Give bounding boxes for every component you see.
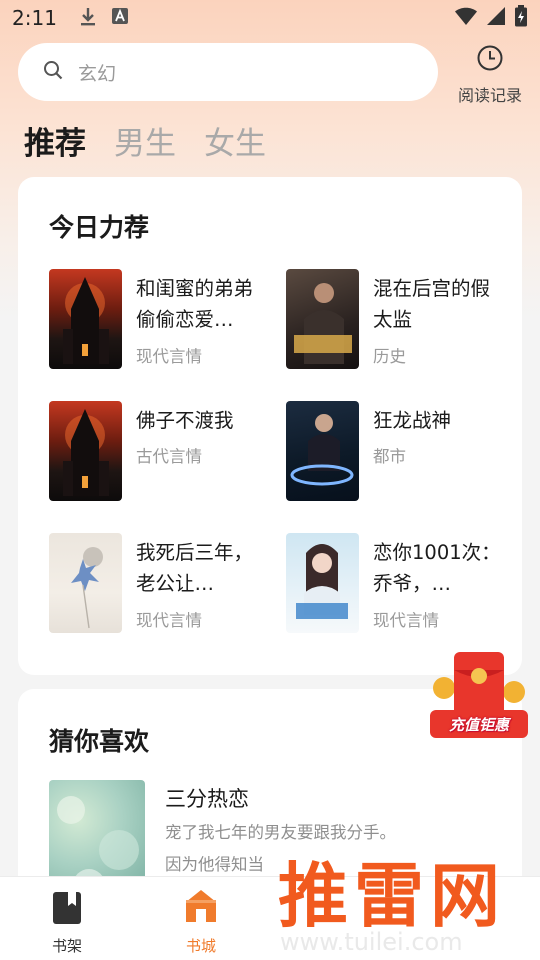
book-cover: [49, 401, 122, 501]
book-item[interactable]: 和闺蜜的弟弟偷偷恋爱… 现代言情: [49, 269, 279, 373]
today-picks-title: 今日力荐: [49, 213, 150, 242]
book-title: 佛子不渡我: [136, 409, 234, 432]
book-cover: [286, 269, 359, 369]
book-genre: 现代言情: [136, 347, 202, 366]
today-picks-card: 今日力荐 和闺蜜的弟弟偷偷恋爱… 现代言情 混在后宫的假太监 历史 佛子不渡我 …: [18, 177, 522, 675]
reading-history-button[interactable]: 阅读记录: [448, 44, 532, 105]
book-genre: 古代言情: [136, 447, 202, 466]
category-tabs: 推荐 男生 女生: [24, 118, 266, 163]
book-description: 因为他得知当: [165, 855, 264, 874]
download-icon: [79, 6, 97, 30]
promo-label: 充值钜惠: [448, 716, 509, 734]
search-placeholder: 玄幻: [78, 62, 117, 85]
watermark-logo: 推雷网 www.tuilei.com: [270, 840, 540, 960]
search-bar[interactable]: 玄幻: [18, 43, 438, 101]
book-genre: 现代言情: [136, 611, 202, 630]
tab-recommend[interactable]: 推荐: [24, 118, 86, 163]
book-cover: [286, 533, 359, 633]
watermark-brand: 推雷网: [278, 855, 506, 937]
nav-bookstore-label: 书城: [185, 937, 216, 955]
book-title[interactable]: 三分热恋: [165, 783, 249, 813]
book-title: 狂龙战神: [373, 409, 452, 432]
book-title: 我死后三年，老公让…: [136, 541, 254, 595]
status-bar: 2:11: [0, 0, 540, 36]
book-title: 和闺蜜的弟弟偷偷恋爱…: [136, 277, 254, 331]
bookstore-home-icon: [185, 889, 217, 927]
book-cover: [286, 401, 359, 501]
nav-bookshelf-label: 书架: [51, 937, 82, 955]
clock-icon: [476, 44, 504, 76]
book-cover: [49, 269, 122, 369]
signal-icon: [486, 6, 506, 30]
search-icon: [42, 59, 64, 85]
reading-history-label: 阅读记录: [457, 86, 522, 105]
book-title: 混在后宫的假太监: [373, 277, 491, 331]
guess-you-like-title: 猜你喜欢: [49, 727, 150, 756]
book-cover: [49, 533, 122, 633]
book-item[interactable]: 狂龙战神 都市: [286, 401, 516, 505]
nav-bookstore[interactable]: 书城: [156, 877, 246, 960]
watermark-url: www.tuilei.com: [280, 928, 463, 956]
recharge-promo-button[interactable]: 充值钜惠: [430, 648, 528, 742]
book-item[interactable]: 我死后三年，老公让… 现代言情: [49, 533, 279, 637]
tab-male[interactable]: 男生: [114, 118, 176, 163]
tab-female[interactable]: 女生: [204, 118, 266, 163]
nav-bookshelf[interactable]: 书架: [22, 877, 112, 960]
book-genre: 都市: [373, 447, 406, 466]
book-genre: 现代言情: [373, 611, 439, 630]
book-item[interactable]: 混在后宫的假太监 历史: [286, 269, 516, 373]
book-item[interactable]: 恋你1001次：乔爷，… 现代言情: [286, 533, 516, 637]
book-item[interactable]: 佛子不渡我 古代言情: [49, 401, 279, 505]
status-time: 2:11: [12, 6, 57, 30]
book-title: 恋你1001次：乔爷，…: [373, 541, 501, 595]
book-genre: 历史: [373, 347, 406, 366]
bookshelf-icon: [52, 891, 82, 929]
battery-icon: [514, 5, 528, 31]
keyboard-a-icon: [111, 7, 129, 29]
wifi-icon: [454, 6, 478, 30]
